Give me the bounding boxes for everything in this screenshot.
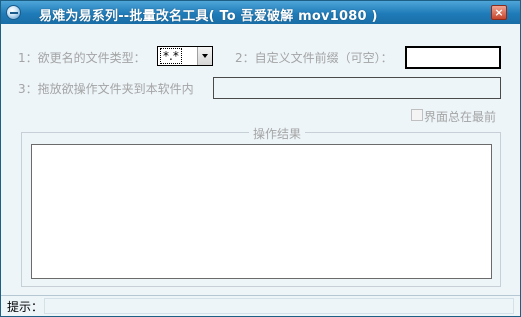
topmost-label: 界面总在最前 <box>424 110 497 124</box>
status-text <box>44 298 514 314</box>
file-type-value: *.* <box>160 48 182 64</box>
prefix-label: 2：自定义文件前缀（可空）： <box>235 51 393 65</box>
prefix-input[interactable] <box>405 46 501 69</box>
chevron-down-icon[interactable] <box>197 47 212 65</box>
results-textarea[interactable] <box>31 144 492 279</box>
main-window: 易难为易系列--批量改名工具( To 吾爱破解 mov1080 ) × 1：欲更… <box>0 0 521 317</box>
window-title: 易难为易系列--批量改名工具( To 吾爱破解 mov1080 ) <box>39 9 378 24</box>
file-type-label: 1：欲更名的文件类型： <box>18 51 146 65</box>
app-icon[interactable] <box>6 5 21 20</box>
drop-folder-field[interactable] <box>213 77 501 99</box>
results-group-title: 操作结果 <box>249 125 306 142</box>
results-group: 操作结果 <box>21 125 501 287</box>
drop-folder-label: 3：拖放欲操作文件夹到本软件内 <box>18 82 194 96</box>
title-bar[interactable]: 易难为易系列--批量改名工具( To 吾爱破解 mov1080 ) × <box>1 1 520 24</box>
close-button[interactable]: × <box>491 5 507 20</box>
status-bar: 提示： <box>1 295 520 316</box>
checkbox-box[interactable] <box>411 109 423 121</box>
file-type-select[interactable]: *.* <box>157 46 213 66</box>
status-label: 提示： <box>7 300 44 314</box>
